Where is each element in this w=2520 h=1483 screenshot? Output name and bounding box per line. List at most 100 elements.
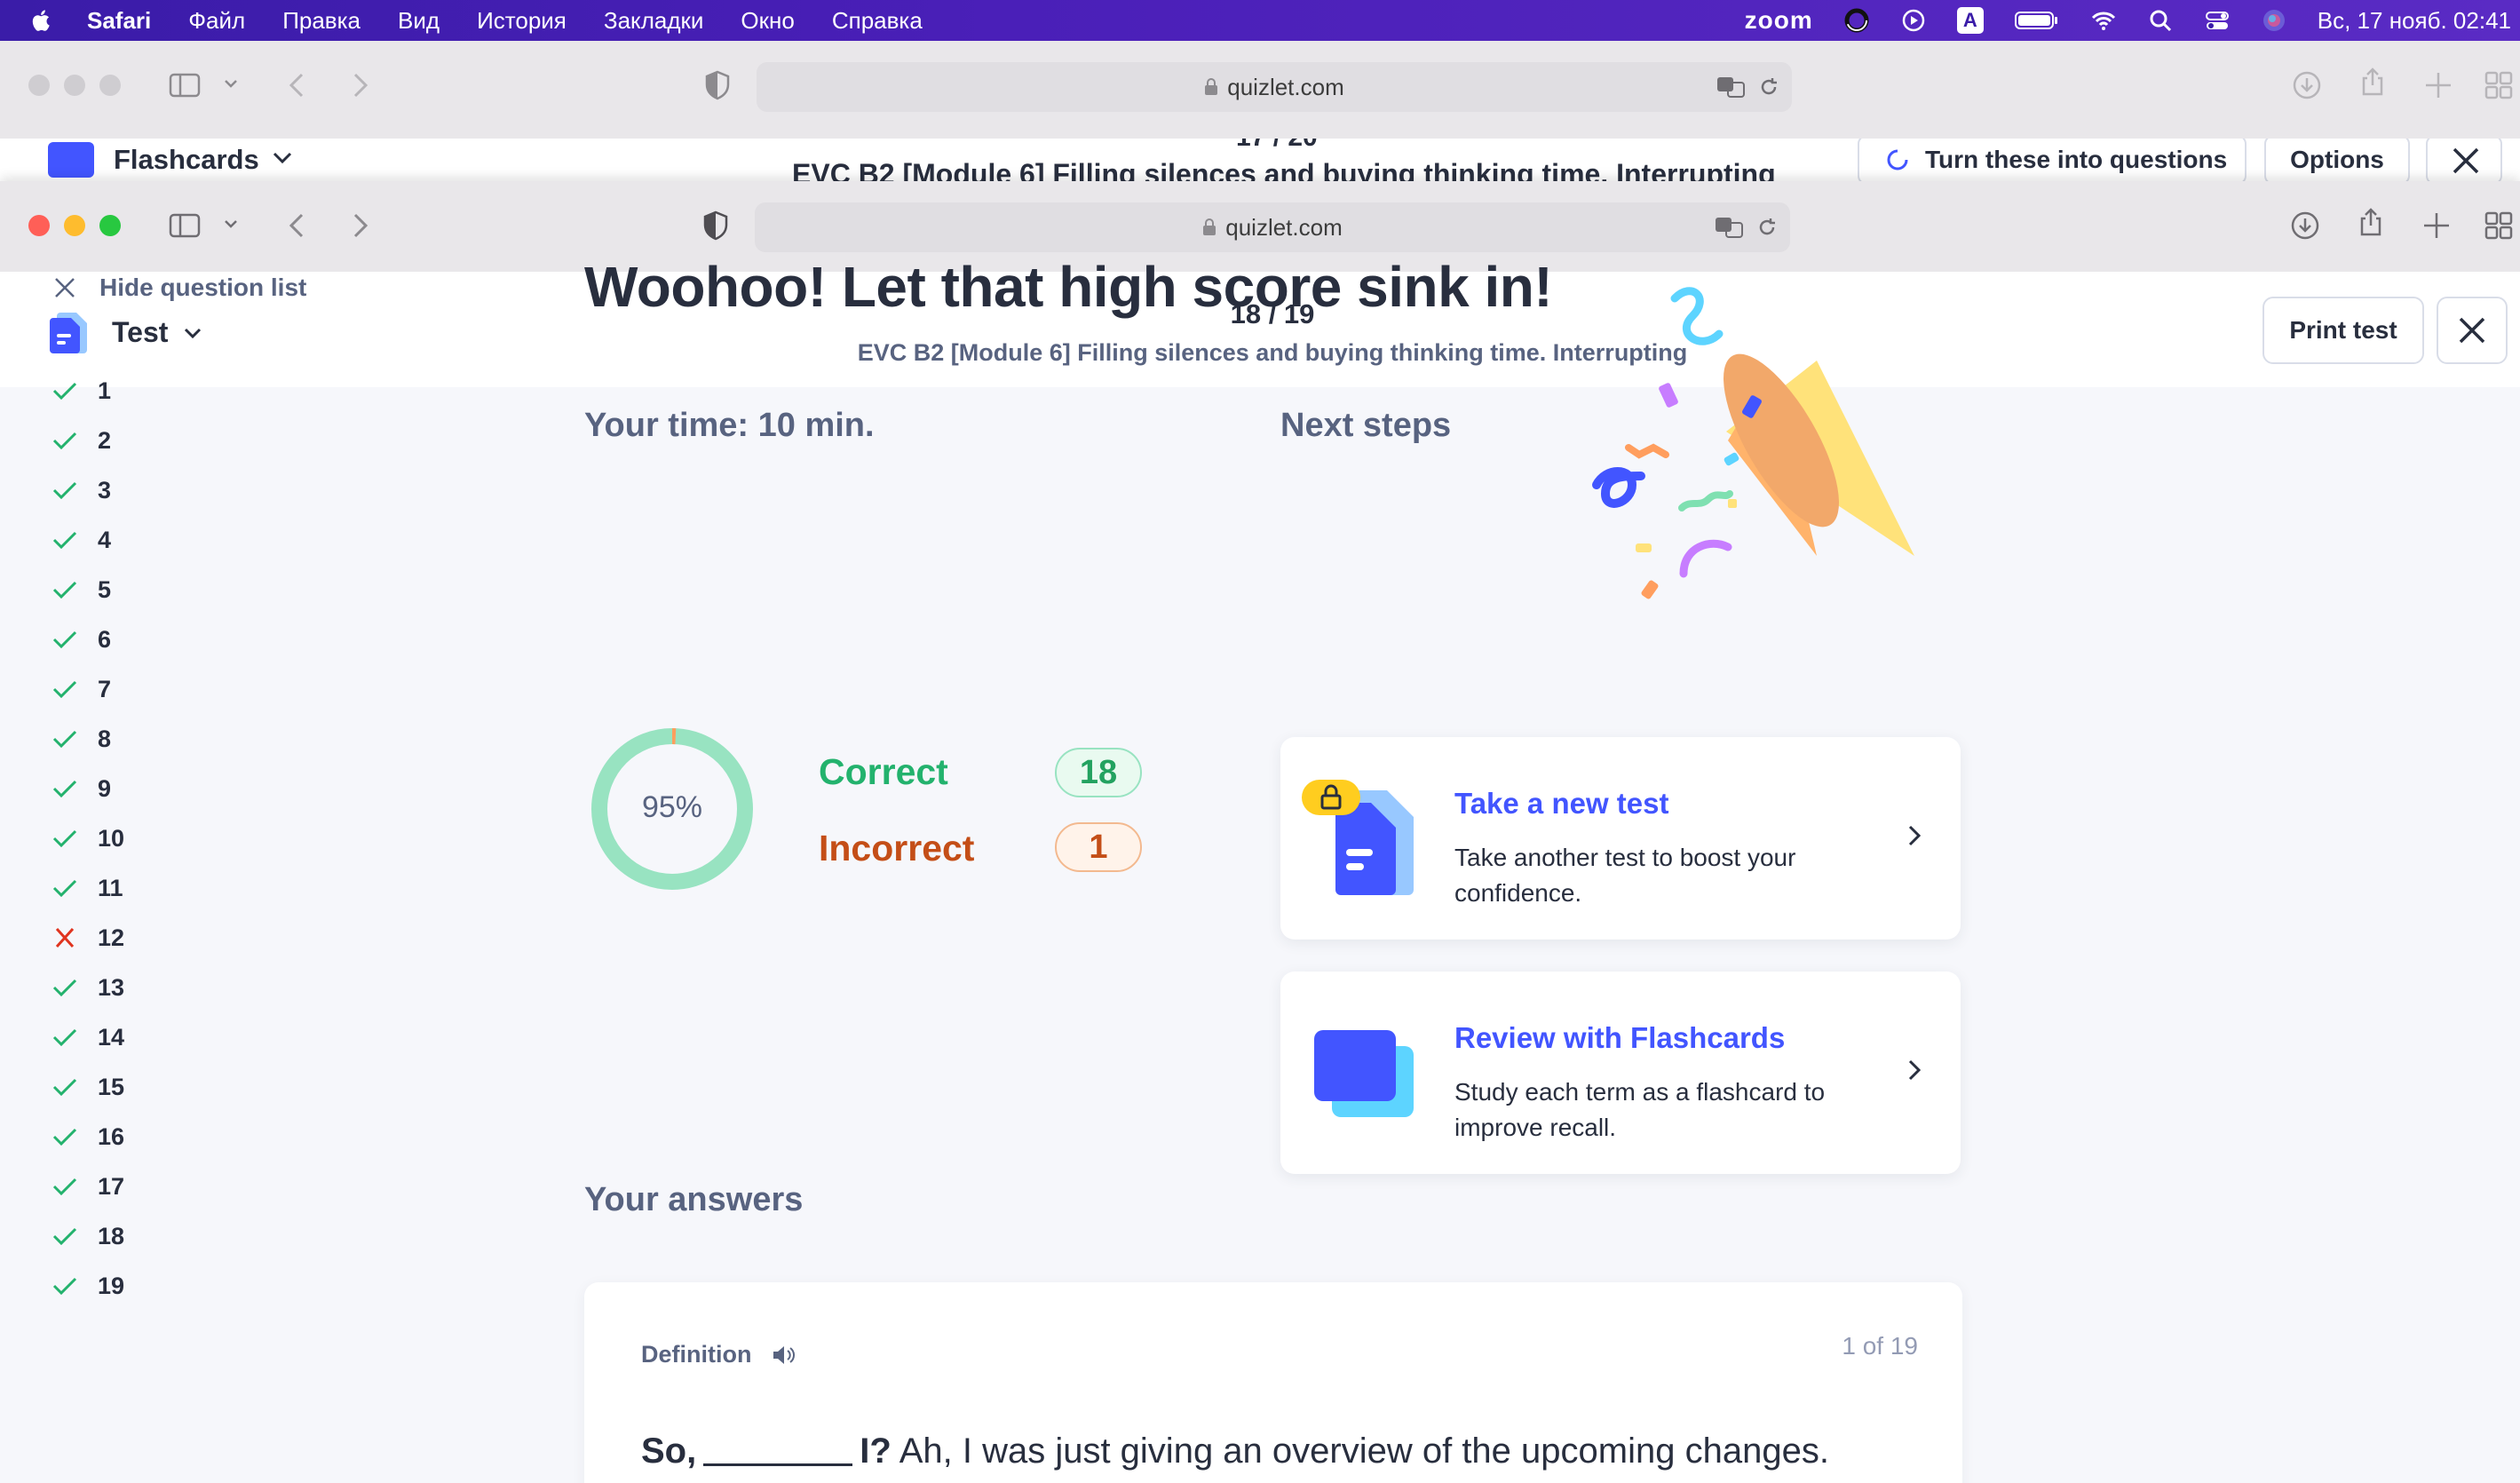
take-new-test-title[interactable]: Take a new test <box>1454 787 1669 821</box>
zoom-window-button[interactable] <box>99 215 121 236</box>
review-flashcards-title[interactable]: Review with Flashcards <box>1454 1021 1785 1055</box>
flashcards-mode-label[interactable]: Flashcards <box>114 144 259 176</box>
background-url-text: quizlet.com <box>1227 73 1344 100</box>
downloads-icon[interactable] <box>2291 69 2323 101</box>
question-number: 12 <box>98 924 125 951</box>
check-icon <box>52 531 77 550</box>
question-list-item[interactable]: 8 <box>52 714 124 764</box>
back-arrow-icon[interactable] <box>282 210 314 242</box>
correct-count-badge: 18 <box>1055 748 1142 797</box>
turn-into-questions-button[interactable]: Turn these into questions <box>1858 139 2247 181</box>
options-button[interactable]: Options <box>2264 139 2410 181</box>
question-list-item[interactable]: 13 <box>52 963 124 1012</box>
question-list-item[interactable]: 4 <box>52 515 124 565</box>
input-source-indicator[interactable]: A <box>1956 7 1984 34</box>
lock-icon <box>1205 78 1218 95</box>
reload-icon[interactable] <box>1758 76 1779 98</box>
wifi-icon[interactable] <box>2090 7 2117 34</box>
question-number: 17 <box>98 1172 125 1200</box>
question-list-item[interactable]: 14 <box>52 1012 124 1062</box>
question-list-item[interactable]: 19 <box>52 1261 124 1311</box>
sidebar-toggle-icon[interactable] <box>169 210 201 242</box>
question-list-item[interactable]: 9 <box>52 764 124 813</box>
check-icon <box>52 730 77 749</box>
review-flashcards-card[interactable]: Review with Flashcards Study each term a… <box>1280 971 1961 1174</box>
question-list-item[interactable]: 15 <box>52 1062 124 1112</box>
question-list-item[interactable]: 5 <box>52 565 124 615</box>
question-list-item[interactable]: 2 <box>52 416 124 465</box>
downloads-icon[interactable] <box>2289 210 2321 242</box>
share-icon[interactable] <box>2355 206 2387 238</box>
question-number: 18 <box>98 1222 125 1249</box>
print-test-button[interactable]: Print test <box>2262 297 2424 364</box>
menu-bookmarks[interactable]: Закладки <box>604 7 704 35</box>
forward-arrow-icon[interactable] <box>343 210 375 242</box>
minimize-window-button[interactable] <box>64 215 85 236</box>
background-close-button[interactable] <box>2426 139 2502 181</box>
new-tab-icon[interactable] <box>2421 210 2453 242</box>
flashcards-logo-icon <box>48 142 94 178</box>
question-list-item[interactable]: 11 <box>52 863 124 913</box>
question-list-item[interactable]: 12 <box>52 913 124 963</box>
new-tab-icon[interactable] <box>2422 69 2454 101</box>
minimize-window-dot[interactable] <box>64 75 85 96</box>
close-window-button[interactable] <box>28 215 50 236</box>
menu-history[interactable]: История <box>477 7 567 35</box>
tab-overview-icon[interactable] <box>2483 210 2515 242</box>
check-icon <box>52 1178 77 1196</box>
forward-arrow-icon[interactable] <box>343 69 375 101</box>
hide-question-list-button[interactable]: Hide question list <box>53 274 306 302</box>
back-arrow-icon[interactable] <box>282 69 314 101</box>
question-list-item[interactable]: 3 <box>52 465 124 515</box>
spotlight-search-icon[interactable] <box>2147 7 2174 34</box>
check-icon <box>52 1078 77 1097</box>
zoom-window-dot[interactable] <box>99 75 121 96</box>
menu-view[interactable]: Вид <box>398 7 440 35</box>
question-number: 13 <box>98 973 125 1001</box>
chevron-down-icon[interactable] <box>222 215 240 233</box>
question-number: 14 <box>98 1023 125 1051</box>
flashcards-illustration <box>1314 1030 1414 1117</box>
apple-logo-icon[interactable] <box>28 6 53 35</box>
question-prefix: So, <box>641 1431 697 1471</box>
correct-label: Correct <box>819 751 948 792</box>
sync-status-icon[interactable] <box>1843 7 1870 34</box>
question-list-item[interactable]: 6 <box>52 615 124 664</box>
privacy-shield-icon[interactable] <box>701 69 733 101</box>
question-list-item[interactable]: 17 <box>52 1162 124 1211</box>
check-icon <box>52 879 77 898</box>
incorrect-count-badge: 1 <box>1055 822 1142 872</box>
privacy-shield-icon[interactable] <box>700 210 732 242</box>
question-list-item[interactable]: 7 <box>52 664 124 714</box>
share-icon[interactable] <box>2357 66 2389 98</box>
battery-icon[interactable] <box>2014 7 2060 34</box>
check-icon <box>52 630 77 649</box>
chevron-down-icon[interactable] <box>272 151 293 165</box>
question-list-item[interactable]: 10 <box>52 813 124 863</box>
menu-safari[interactable]: Safari <box>87 7 151 35</box>
chevron-down-icon[interactable] <box>222 75 240 92</box>
control-center-icon[interactable] <box>2204 7 2231 34</box>
take-new-test-card[interactable]: Take a new test Take another test to boo… <box>1280 737 1961 940</box>
translate-icon[interactable] <box>1716 75 1747 99</box>
speaker-icon[interactable] <box>771 1344 796 1367</box>
close-test-button[interactable] <box>2437 297 2508 364</box>
sidebar-toggle-icon[interactable] <box>169 69 201 101</box>
question-list-item[interactable]: 1 <box>52 366 124 416</box>
menubar-clock[interactable]: Вс, 17 нояб. 02:41 <box>2318 7 2511 35</box>
menu-edit[interactable]: Правка <box>282 7 361 35</box>
siri-icon[interactable] <box>2261 7 2287 34</box>
question-list-item[interactable]: 16 <box>52 1112 124 1162</box>
close-window-dot[interactable] <box>28 75 50 96</box>
play-circle-icon[interactable] <box>1900 7 1927 34</box>
review-flashcards-description: Study each term as a flashcard to improv… <box>1454 1078 1826 1141</box>
tab-overview-icon[interactable] <box>2483 69 2515 101</box>
menu-file[interactable]: Файл <box>188 7 245 35</box>
background-address-bar[interactable]: quizlet.com <box>757 62 1792 112</box>
check-icon <box>52 382 77 400</box>
question-list-item[interactable]: 18 <box>52 1211 124 1261</box>
menu-window[interactable]: Окно <box>741 7 794 35</box>
take-new-test-description: Take another test to boost your confiden… <box>1454 844 1796 907</box>
menu-help[interactable]: Справка <box>832 7 923 35</box>
zoom-status-item[interactable]: zoom <box>1745 6 1813 35</box>
